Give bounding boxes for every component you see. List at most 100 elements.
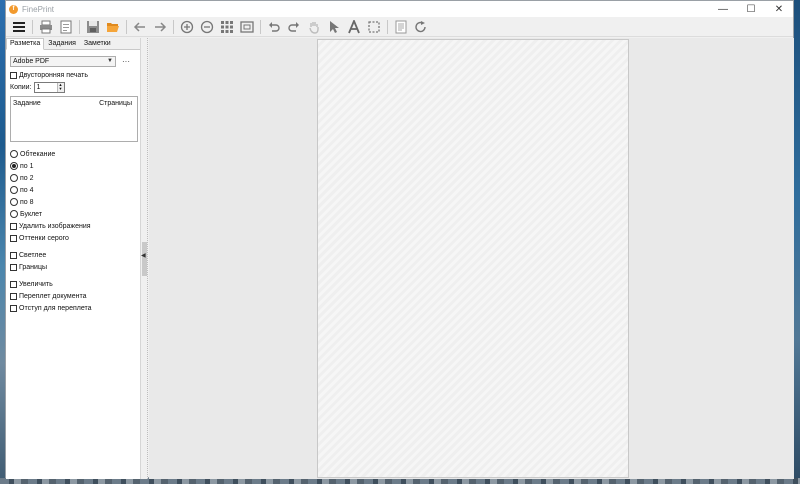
- radio-booklet[interactable]: [10, 210, 18, 218]
- toolbar-separator: [387, 19, 388, 34]
- layout-option-label: по 1: [20, 162, 34, 170]
- toolbar-separator: [126, 19, 127, 34]
- layout-option-label: по 4: [20, 186, 34, 194]
- document-binding-label: Переплет документа: [19, 292, 87, 300]
- toolbar-separator: [79, 19, 80, 34]
- borders-row[interactable]: Границы: [10, 261, 136, 273]
- layout-option-label: Обтекание: [20, 150, 56, 158]
- borders-checkbox[interactable]: [10, 263, 17, 271]
- radio-8up[interactable]: [10, 198, 18, 206]
- chevron-down-icon: ▼: [107, 58, 113, 64]
- grid-icon[interactable]: [218, 18, 236, 36]
- jobs-list[interactable]: Задание Страницы: [10, 96, 138, 142]
- tab-layout[interactable]: Разметка: [6, 38, 45, 50]
- layout-option-wrap[interactable]: Обтекание: [10, 148, 136, 160]
- grayscale-label: Оттенки серого: [19, 234, 69, 242]
- zoom-in-icon[interactable]: [178, 18, 196, 36]
- remove-images-row[interactable]: Удалить изображения: [10, 220, 136, 232]
- tab-jobs[interactable]: Задания: [44, 38, 80, 50]
- hand-icon[interactable]: [305, 18, 323, 36]
- printer-setup-icon[interactable]: [57, 18, 75, 36]
- zoom-out-icon[interactable]: [198, 18, 216, 36]
- duplex-label: Двусторонняя печать: [19, 71, 88, 79]
- layout-tab-content: Adobe PDF ▼ ··· Двусторонняя печать Копи…: [6, 50, 140, 314]
- copies-label: Копии:: [10, 83, 32, 91]
- layout-option-4up[interactable]: по 4: [10, 184, 136, 196]
- remove-images-label: Удалить изображения: [19, 222, 91, 230]
- duplex-row[interactable]: Двусторонняя печать: [10, 69, 136, 81]
- preview-area: [149, 38, 794, 479]
- printer-select-value: Adobe PDF: [13, 57, 50, 65]
- maximize-button[interactable]: ☐: [737, 1, 765, 17]
- select-rect-icon[interactable]: [365, 18, 383, 36]
- pointer-icon[interactable]: [325, 18, 343, 36]
- layout-option-label: Буклет: [20, 210, 43, 218]
- left-panel: Разметка Задания Заметки Adobe PDF ▼ ···…: [6, 38, 141, 479]
- layout-options-group: Обтекание по 1 по 2 по 4 по 8 Буклет: [10, 148, 136, 220]
- printer-more-button[interactable]: ···: [122, 57, 130, 66]
- duplex-checkbox[interactable]: [10, 71, 17, 79]
- copies-spin-icon[interactable]: ▲ ▼: [56, 82, 64, 92]
- layout-option-label: по 2: [20, 174, 34, 182]
- document-binding-row[interactable]: Переплет документа: [10, 290, 136, 302]
- printer-select[interactable]: Adobe PDF ▼: [10, 55, 116, 67]
- borders-label: Границы: [19, 263, 47, 271]
- redo-icon[interactable]: [285, 18, 303, 36]
- binding-options-group: Увеличить Переплет документа Отступ для …: [10, 278, 136, 314]
- layout-option-booklet[interactable]: Буклет: [10, 208, 136, 220]
- refresh-icon[interactable]: [412, 18, 430, 36]
- fineprint-logo-icon: f: [9, 4, 18, 14]
- document-binding-checkbox[interactable]: [10, 292, 17, 300]
- enlarge-checkbox[interactable]: [10, 280, 17, 288]
- lighter-checkbox[interactable]: [10, 251, 17, 259]
- minimize-button[interactable]: —: [709, 1, 737, 17]
- window-title: FinePrint: [22, 4, 55, 14]
- menu-icon[interactable]: [10, 18, 28, 36]
- layout-option-2up[interactable]: по 2: [10, 172, 136, 184]
- copies-value: 1: [36, 83, 41, 91]
- collapse-arrow-icon[interactable]: ◀: [141, 252, 146, 259]
- jobs-column-pages[interactable]: Страницы: [99, 100, 132, 107]
- undo-icon[interactable]: [265, 18, 283, 36]
- open-folder-icon[interactable]: [104, 18, 122, 36]
- binding-margin-checkbox[interactable]: [10, 304, 17, 312]
- layout-option-8up[interactable]: по 8: [10, 196, 136, 208]
- enlarge-row[interactable]: Увеличить: [10, 278, 136, 290]
- print-icon[interactable]: [37, 18, 55, 36]
- tab-notes[interactable]: Заметки: [80, 38, 115, 50]
- copies-stepper[interactable]: 1 ▲ ▼: [33, 81, 65, 93]
- enlarge-label: Увеличить: [19, 280, 53, 288]
- copies-row: Копии: 1 ▲ ▼: [10, 81, 136, 93]
- lighter-label: Светлее: [19, 251, 47, 259]
- window-controls: — ☐ ✕: [709, 1, 793, 17]
- lighter-row[interactable]: Светлее: [10, 249, 136, 261]
- panel-splitter[interactable]: ◀: [141, 38, 148, 479]
- binding-margin-label: Отступ для переплета: [19, 304, 92, 312]
- layout-option-1up[interactable]: по 1: [10, 160, 136, 172]
- appearance-options-group: Светлее Границы: [10, 249, 136, 273]
- fineprint-window: f FinePrint — ☐ ✕ Разметка Задания Замет…: [5, 0, 794, 479]
- radio-1up[interactable]: [10, 162, 18, 170]
- remove-images-checkbox[interactable]: [10, 222, 17, 230]
- printer-row: Adobe PDF ▼ ···: [10, 55, 136, 67]
- splitter-handle[interactable]: [142, 242, 147, 276]
- preview-page: [317, 39, 629, 478]
- jobs-column-job[interactable]: Задание: [13, 100, 41, 107]
- text-icon[interactable]: [345, 18, 363, 36]
- back-arrow-icon[interactable]: [131, 18, 149, 36]
- binding-margin-row[interactable]: Отступ для переплета: [10, 302, 136, 314]
- forward-arrow-icon[interactable]: [151, 18, 169, 36]
- grayscale-row[interactable]: Оттенки серого: [10, 232, 136, 244]
- document-icon[interactable]: [392, 18, 410, 36]
- radio-2up[interactable]: [10, 174, 18, 182]
- panel-tabs: Разметка Задания Заметки: [6, 38, 140, 50]
- close-button[interactable]: ✕: [765, 1, 793, 17]
- radio-4up[interactable]: [10, 186, 18, 194]
- radio-wrap[interactable]: [10, 150, 18, 158]
- jobs-list-header: Задание Страницы: [11, 97, 137, 107]
- grayscale-checkbox[interactable]: [10, 234, 17, 242]
- save-icon[interactable]: [84, 18, 102, 36]
- toolbar-separator: [32, 19, 33, 34]
- toolbar-separator: [260, 19, 261, 34]
- fit-page-icon[interactable]: [238, 18, 256, 36]
